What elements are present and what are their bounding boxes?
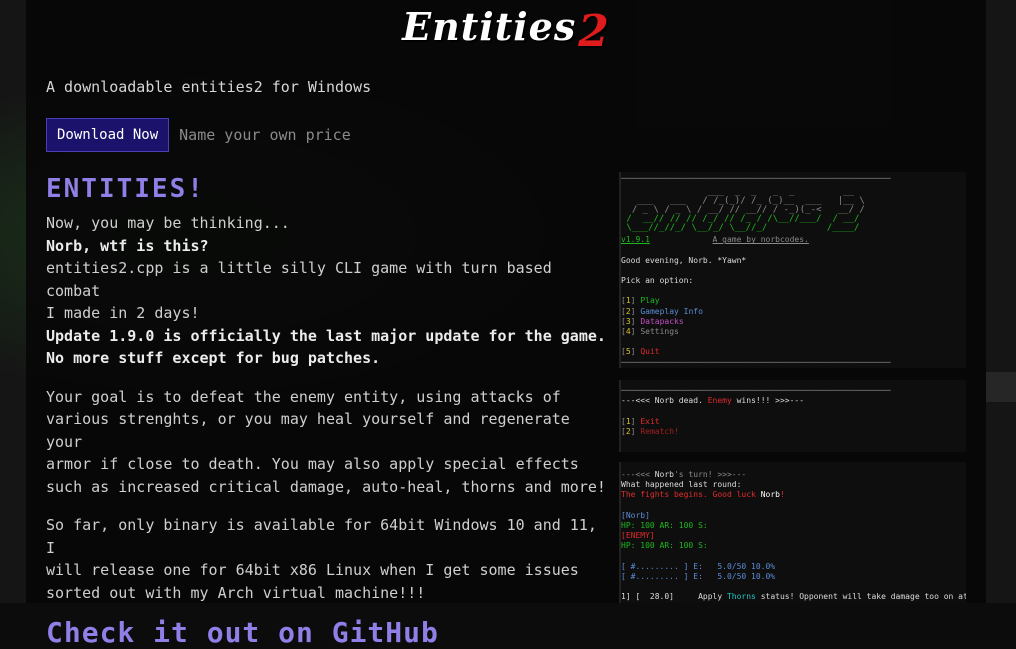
platform-line: So far, only binary is available for 64b…: [46, 516, 597, 557]
game-subtitle: A downloadable entities2 for Windows: [46, 78, 372, 96]
game-logo[interactable]: Entities2: [402, 0, 610, 57]
option-exit: [1] Exit: [621, 416, 660, 426]
player-stats: HP: 100 AR: 100 S:: [621, 521, 708, 531]
last-round-label: What happened last round:: [621, 480, 742, 490]
goal-line: various strenghts, or you may heal yours…: [46, 410, 570, 451]
intro-line: entities2.cpp is a little silly CLI game…: [46, 259, 552, 300]
greeting: Good evening, Norb. *Yawn*: [621, 255, 747, 265]
screenshot-combat[interactable]: ---<<< Norb's turn! >>>--- What happened…: [619, 462, 966, 603]
price-text: Name your own price: [179, 126, 351, 144]
menu-option-quit: [5] Quit: [621, 347, 660, 357]
menu-option-datapacks: [3] Datapacks: [621, 316, 684, 326]
game-description: A downloadable entities2 for Windows Dow…: [46, 70, 606, 649]
ascii-logo: ___ _ _ _ _ __ ___ ___ / /_(_)/ /_ (_)__…: [626, 187, 865, 234]
version-label: v1.9.1: [621, 235, 650, 245]
header-banner: Entities2: [26, 0, 986, 57]
intro-line: I made in 2 days!: [46, 304, 200, 322]
right-margin: [986, 0, 1016, 603]
enemy-stats: HP: 100 AR: 100 S:: [621, 541, 708, 551]
intro-line: Now, you may be thinking...: [46, 214, 290, 232]
divider: ────────────────────────────────────────…: [621, 357, 891, 367]
player-tag: [Norb]: [621, 510, 650, 520]
game-page: Entities2 A downloadable entities2 for W…: [26, 0, 986, 649]
divider: ────────────────────────────────────────…: [621, 174, 891, 183]
divider: ────────────────────────────────────────…: [621, 386, 891, 395]
turn-header: ---<<< Norb's turn! >>>---: [621, 470, 747, 479]
energy-bar-player: [ #......... ] E: 5.0/50 10.0%: [621, 561, 776, 571]
energy-bar-enemy: [ #......... ] E: 5.0/50 10.0%: [621, 572, 776, 582]
attack-option: 1] [ 28.0] Apply Thorns status! Opponent…: [621, 592, 966, 602]
logo-text: Entities: [402, 3, 577, 49]
goal-line: armor if close to death. You may also ap…: [46, 455, 579, 473]
option-rematch: [2] Rematch!: [621, 426, 679, 436]
enemy-tag: [ENEMY]: [621, 531, 655, 541]
goal-line: such as increased critical damage, auto-…: [46, 477, 606, 496]
menu-option-info: [2] Gameplay Info: [621, 306, 703, 316]
intro-line-bold: Norb, wtf is this?: [46, 236, 209, 255]
download-button[interactable]: Download Now: [46, 118, 170, 152]
update-notice: No more stuff except for bug patches.: [46, 349, 381, 367]
goal-line: Your goal is to defeat the enemy entity,…: [46, 387, 561, 406]
screenshot-main-menu[interactable]: ────────────────────────────────────────…: [619, 172, 966, 368]
fight-begins: The fights begins. Good luck Norb!: [621, 490, 785, 500]
github-heading[interactable]: Check it out on GitHub: [46, 616, 606, 649]
menu-option-play: [1] Play: [621, 296, 660, 306]
page-heading: ENTITIES!: [46, 174, 205, 204]
buy-row: Download Now Name your own price: [46, 118, 606, 152]
platform-line: will release one for 64bit x86 Linux whe…: [46, 561, 579, 579]
credit-label: A game by norbcodes.: [712, 235, 809, 245]
platform-line: sorted out with my Arch virtual machine!…: [46, 583, 426, 602]
menu-prompt: Pick an option:: [621, 276, 694, 286]
menu-option-settings: [4] Settings: [621, 327, 679, 337]
logo-number: 2: [578, 5, 610, 57]
update-notice: Update 1.9.0 is officially the last majo…: [46, 326, 606, 345]
game-over-line: ---<<< Norb dead. Enemy wins!!! >>>---: [621, 396, 805, 406]
screenshot-game-over[interactable]: ────────────────────────────────────────…: [619, 380, 966, 452]
